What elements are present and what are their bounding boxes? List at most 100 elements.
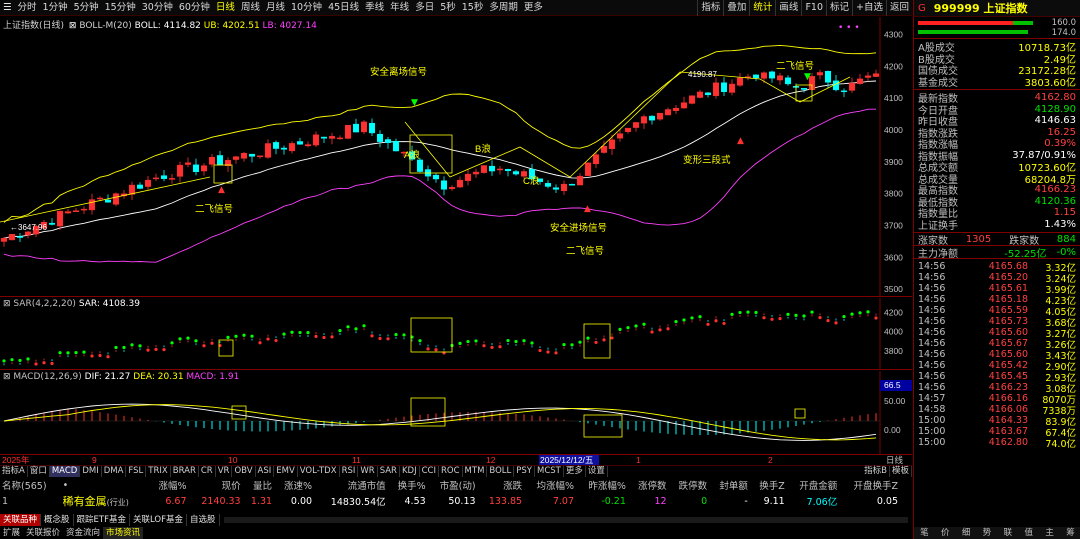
indicator-tab[interactable]: EMV bbox=[274, 466, 298, 477]
column-header[interactable]: 现价 bbox=[189, 478, 243, 492]
status-item[interactable]: 关联报价 bbox=[23, 527, 63, 539]
indicator-tab[interactable]: KDJ bbox=[400, 466, 420, 477]
panel-tab[interactable]: 细 bbox=[956, 527, 977, 539]
period-tab[interactable]: 年线 bbox=[387, 0, 412, 16]
tick-list[interactable]: 14:56 4165.68 3.32亿 14:56 4165.20 3.24亿 14:56 4… bbox=[914, 259, 1080, 450]
tool-button[interactable]: F10 bbox=[801, 0, 826, 16]
indicator-tab[interactable]: MTM bbox=[463, 466, 488, 477]
indicator-tab[interactable]: 指标B bbox=[862, 466, 890, 477]
period-tab[interactable]: 30分钟 bbox=[139, 0, 176, 16]
indicator-tab[interactable]: FSL bbox=[126, 466, 147, 477]
tool-button[interactable]: 标记 bbox=[826, 0, 852, 16]
indicator-tab[interactable]: CCI bbox=[420, 466, 439, 477]
indicator-tab[interactable]: ASI bbox=[256, 466, 275, 477]
period-tab[interactable]: 5分钟 bbox=[71, 0, 102, 16]
indicator-tab[interactable]: RSI bbox=[340, 466, 359, 477]
link-tab[interactable]: 跟踪ETF基金 bbox=[74, 514, 130, 526]
dots-icon[interactable]: • • • bbox=[838, 23, 860, 33]
sar-panel[interactable]: 4200 4000 3800 ⊠ SAR(4,2,2,20) SAR: 4108.3… bbox=[0, 298, 912, 370]
period-tab[interactable]: 15分钟 bbox=[102, 0, 139, 16]
column-header[interactable]: 市盈(动) bbox=[428, 478, 478, 492]
indicator-tab[interactable]: BOLL bbox=[487, 466, 515, 477]
column-header[interactable]: 换手Z bbox=[750, 478, 787, 492]
panel-tab[interactable]: 主 bbox=[1039, 527, 1060, 539]
period-tab[interactable]: 周线 bbox=[238, 0, 263, 16]
column-header[interactable]: 封单额 bbox=[709, 478, 750, 492]
indicator-tab[interactable]: BRAR bbox=[171, 466, 199, 477]
period-tab[interactable]: 多日 bbox=[412, 0, 437, 16]
column-header[interactable]: 涨速% bbox=[274, 478, 314, 492]
indicator-tab[interactable]: TRIX bbox=[146, 466, 171, 477]
indicator-tab[interactable]: CR bbox=[199, 466, 216, 477]
g-badge[interactable]: G bbox=[918, 3, 926, 14]
menu-icon[interactable]: ☰ bbox=[0, 0, 15, 16]
indicator-tab[interactable]: 设置 bbox=[586, 466, 608, 477]
table-row[interactable]: 1 稀有金属(行业) 6.67 2140.33 1.31 0.00 14830.… bbox=[0, 492, 900, 510]
panel-tab[interactable]: 势 bbox=[977, 527, 998, 539]
indicator-tab[interactable]: MACD bbox=[49, 466, 81, 477]
column-header[interactable]: 开盘金额 bbox=[787, 478, 840, 492]
tool-button[interactable]: 画线 bbox=[775, 0, 801, 16]
panel-tab[interactable]: 值 bbox=[1018, 527, 1039, 539]
column-header[interactable]: 换手% bbox=[388, 478, 428, 492]
macd-panel[interactable]: 66.5 50.00 0.00 ⊠ MACD(12,26,9) DIF: 21.27… bbox=[0, 371, 912, 455]
indicator-tab[interactable]: DMA bbox=[102, 466, 127, 477]
status-item[interactable]: 资金流向 bbox=[63, 527, 103, 539]
column-header[interactable]: 涨停数 bbox=[628, 478, 669, 492]
link-tab[interactable]: 关联LOF基金 bbox=[130, 514, 187, 526]
period-tab[interactable]: 15秒 bbox=[459, 0, 487, 16]
panel-tab[interactable]: 筹 bbox=[1060, 527, 1080, 539]
period-tab[interactable]: 45日线 bbox=[325, 0, 362, 16]
indicator-tab[interactable]: 指标A bbox=[0, 466, 28, 477]
kline-chart[interactable]: 4300 4200 4100 4000 3900 3800 3700 3600 3500 安全离场… bbox=[0, 17, 912, 297]
status-item[interactable]: 扩展 bbox=[0, 527, 23, 539]
column-header[interactable]: 涨跌 bbox=[478, 478, 525, 492]
panel-tab[interactable]: 价 bbox=[935, 527, 956, 539]
close-icon[interactable]: ⊠ bbox=[69, 21, 77, 31]
link-tab[interactable]: 概念股 bbox=[41, 514, 74, 526]
tool-button[interactable]: 统计 bbox=[749, 0, 775, 16]
indicator-tab[interactable]: SAR bbox=[378, 466, 400, 477]
indicator-tab[interactable]: ROC bbox=[439, 466, 463, 477]
column-header[interactable]: 流通市值 bbox=[314, 478, 388, 492]
panel-tab[interactable]: 联 bbox=[998, 527, 1019, 539]
column-header[interactable]: 量比 bbox=[243, 478, 274, 492]
period-tab[interactable]: 季线 bbox=[362, 0, 387, 16]
status-item[interactable]: 市场资讯 bbox=[103, 527, 144, 539]
column-header[interactable]: • bbox=[61, 478, 149, 492]
period-tab[interactable]: 月线 bbox=[263, 0, 288, 16]
indicator-tab[interactable]: 窗口 bbox=[28, 466, 50, 477]
column-header[interactable]: 均涨幅% bbox=[524, 478, 576, 492]
period-tab[interactable]: 日线 bbox=[213, 0, 238, 16]
indicator-tab[interactable]: PSY bbox=[514, 466, 535, 477]
indicator-tab[interactable]: VOL-TDX bbox=[298, 466, 340, 477]
period-tab[interactable]: 1分钟 bbox=[40, 0, 71, 16]
period-tab[interactable]: 更多 bbox=[521, 0, 546, 16]
indicator-tab[interactable]: 更多 bbox=[564, 466, 586, 477]
period-tab[interactable]: 60分钟 bbox=[176, 0, 213, 16]
close-icon[interactable]: ⊠ bbox=[3, 372, 11, 382]
column-header[interactable]: 涨幅% bbox=[148, 478, 188, 492]
indicator-tab[interactable]: VR bbox=[216, 466, 233, 477]
tool-button[interactable]: +自选 bbox=[852, 0, 886, 16]
link-tab[interactable]: 关联品种 bbox=[0, 514, 42, 526]
link-tab[interactable]: 自选股 bbox=[187, 514, 220, 526]
indicator-tab[interactable]: 模板 bbox=[890, 466, 912, 477]
period-tab[interactable]: 分时 bbox=[15, 0, 40, 16]
column-header[interactable]: 开盘换手Z bbox=[839, 478, 900, 492]
tool-button[interactable]: 叠加 bbox=[723, 0, 749, 16]
period-tab[interactable]: 多周期 bbox=[486, 0, 521, 16]
indicator-tab[interactable]: DMI bbox=[80, 466, 102, 477]
indicator-tab[interactable]: WR bbox=[358, 466, 378, 477]
scroll-track[interactable] bbox=[223, 517, 908, 523]
column-header[interactable]: 昨涨幅% bbox=[576, 478, 628, 492]
period-tab[interactable]: 5秒 bbox=[437, 0, 459, 16]
column-header[interactable]: 名称(565) bbox=[0, 478, 61, 492]
tool-button[interactable]: 返回 bbox=[885, 0, 912, 16]
indicator-tab[interactable]: OBV bbox=[232, 466, 256, 477]
panel-tab[interactable]: 笔 bbox=[914, 527, 935, 539]
tool-button[interactable]: 指标 bbox=[697, 0, 723, 16]
period-tab[interactable]: 10分钟 bbox=[288, 0, 325, 16]
column-header[interactable]: 跌停数 bbox=[669, 478, 710, 492]
indicator-tab[interactable]: MCST bbox=[535, 466, 564, 477]
